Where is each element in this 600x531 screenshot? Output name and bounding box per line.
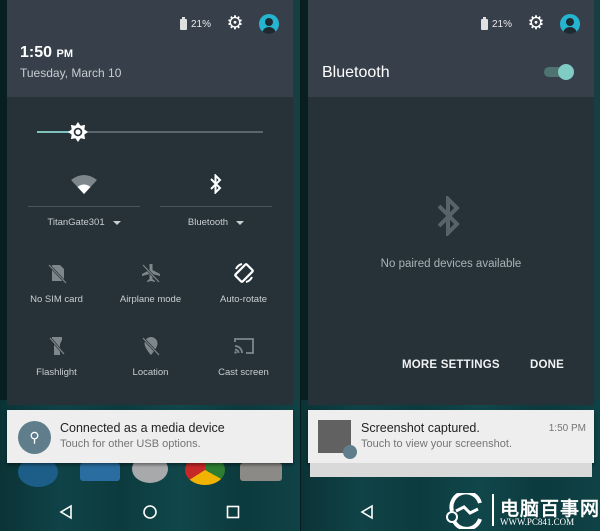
tile-auto-rotate[interactable]: Auto-rotate	[196, 260, 291, 305]
notification-text: Touch for other USB options.	[60, 438, 201, 450]
wifi-network-name: TitanGate301	[47, 217, 105, 228]
account-circle-icon[interactable]	[259, 14, 279, 34]
airplane-off-icon	[141, 264, 160, 283]
clock-ampm: PM	[56, 48, 73, 60]
home-screen-apps	[0, 455, 300, 493]
bluetooth-detail-panel: 21% ⚙ Bluetooth No paired devices availa…	[308, 0, 594, 405]
recents-icon	[226, 505, 240, 519]
notification-title: Connected as a media device	[60, 421, 225, 435]
tile-label: Auto-rotate	[220, 294, 267, 305]
back-icon	[59, 504, 72, 520]
bluetooth-dropdown[interactable]: Bluetooth	[160, 217, 272, 228]
wifi-tile[interactable]: TitanGate301	[28, 172, 140, 242]
recents-button[interactable]	[220, 499, 246, 525]
toggle-knob	[558, 64, 574, 80]
home-icon	[143, 505, 157, 519]
quick-settings-panel: 21% ⚙ 1:50 PM Tuesday, March 10 TitanGat…	[7, 0, 293, 405]
more-settings-button[interactable]: MORE SETTINGS	[402, 359, 500, 371]
bluetooth-label: Bluetooth	[187, 217, 229, 228]
back-button[interactable]	[53, 499, 79, 525]
divider	[492, 494, 494, 526]
right-phone-screen: 21% ⚙ Bluetooth No paired devices availa…	[301, 0, 600, 531]
screenshot-thumbnail	[318, 420, 357, 459]
navigation-bar	[0, 491, 300, 531]
bluetooth-icon	[210, 174, 222, 194]
battery-indicator: 21%	[179, 16, 211, 30]
app-icon[interactable]	[240, 463, 282, 481]
gear-icon[interactable]: ⚙	[225, 14, 245, 34]
tile-label: Airplane mode	[119, 294, 182, 305]
tile-flashlight[interactable]: Flashlight	[9, 333, 104, 378]
notification-text: Touch to view your screenshot.	[361, 438, 513, 450]
home-button[interactable]	[137, 499, 163, 525]
left-phone-screen: 21% ⚙ 1:50 PM Tuesday, March 10 TitanGat…	[0, 0, 300, 531]
divider	[28, 206, 140, 207]
wallpaper-edge	[301, 0, 308, 400]
tile-cast-screen[interactable]: Cast screen	[196, 333, 291, 378]
tile-label: Location	[132, 367, 169, 378]
back-icon	[360, 504, 373, 520]
tile-label: Flashlight	[36, 367, 77, 378]
bluetooth-panel-title: Bluetooth	[322, 64, 390, 81]
wallpaper-edge	[293, 0, 300, 400]
gear-icon[interactable]: ⚙	[526, 14, 546, 34]
location-off-icon	[141, 337, 160, 356]
done-button[interactable]: DONE	[530, 359, 564, 371]
image-icon	[343, 445, 357, 459]
watermark-logo-icon	[446, 493, 482, 529]
notification-title: Screenshot captured.	[361, 421, 480, 435]
empty-state-message: No paired devices available	[380, 258, 522, 270]
status-bar: 21% ⚙	[480, 14, 580, 34]
battery-percent: 21%	[491, 18, 512, 30]
divider	[160, 206, 272, 207]
no-sim-icon	[47, 264, 67, 284]
battery-charging-icon	[179, 16, 187, 30]
tile-no-sim[interactable]: No SIM card	[9, 260, 104, 305]
watermark-url: WWW.PC841.COM	[500, 517, 575, 527]
battery-charging-icon	[480, 16, 488, 30]
usb-notification[interactable]: ⚲ Connected as a media device Touch for …	[7, 410, 293, 463]
notification-time: 1:50 PM	[548, 423, 586, 434]
cast-icon	[233, 338, 254, 354]
back-button[interactable]	[354, 499, 380, 525]
battery-percent: 21%	[190, 18, 211, 30]
caret-down-icon	[236, 220, 245, 225]
stacked-notification-edge	[310, 463, 592, 477]
tile-label: No SIM card	[30, 294, 83, 305]
usb-icon: ⚲	[18, 421, 51, 454]
tile-label: Cast screen	[218, 367, 269, 378]
auto-rotate-icon	[233, 263, 254, 283]
app-icon[interactable]	[80, 463, 120, 481]
account-circle-icon[interactable]	[560, 14, 580, 34]
flashlight-off-icon	[48, 337, 65, 355]
brightness-slider[interactable]	[37, 122, 263, 142]
brightness-icon[interactable]	[67, 122, 88, 142]
bluetooth-tile[interactable]: Bluetooth	[160, 172, 272, 242]
wifi-dropdown[interactable]: TitanGate301	[28, 217, 140, 228]
notification-header: 21% ⚙ 1:50 PM Tuesday, March 10	[7, 0, 293, 97]
notification-header: 21% ⚙ Bluetooth	[308, 0, 594, 97]
wallpaper-edge	[593, 0, 600, 400]
tile-airplane-mode[interactable]: Airplane mode	[103, 260, 198, 305]
tile-location[interactable]: Location	[103, 333, 198, 378]
watermark: 电脑百事网 WWW.PC841.COM	[440, 490, 600, 531]
clock-time: 1:50 PM	[20, 44, 73, 61]
wallpaper-edge	[0, 0, 7, 400]
bluetooth-icon	[437, 196, 460, 236]
status-bar: 21% ⚙	[179, 14, 279, 34]
screenshot-notification[interactable]: Screenshot captured. Touch to view your …	[308, 410, 594, 463]
battery-indicator: 21%	[480, 16, 512, 30]
clock-date[interactable]: Tuesday, March 10	[20, 66, 121, 80]
caret-down-icon	[112, 220, 121, 225]
wifi-icon	[71, 175, 97, 194]
bluetooth-toggle[interactable]	[544, 64, 574, 80]
